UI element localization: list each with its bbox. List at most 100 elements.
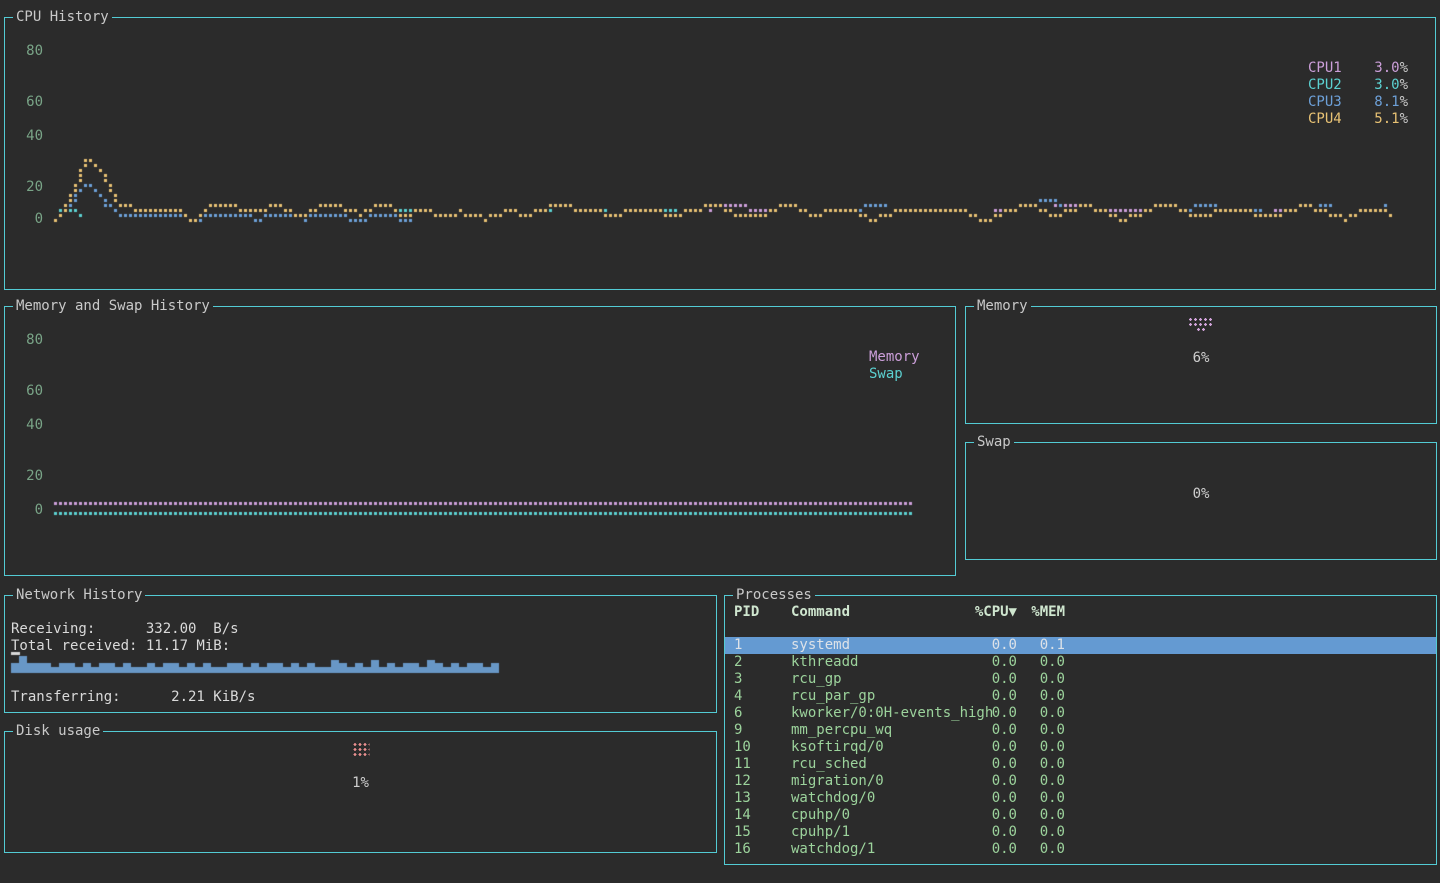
column-header-cpu-sort[interactable]: %CPU▼ <box>951 604 1017 620</box>
process-mem: 0.0 <box>1017 722 1065 739</box>
process-cmd: rcu_gp <box>791 671 951 688</box>
process-cpu: 0.0 <box>951 705 1017 722</box>
network-total-received-line: Total received: 11.17 MiB: <box>11 638 230 654</box>
process-pid: 10 <box>734 739 791 756</box>
table-row[interactable]: 9mm_percpu_wq0.00.0 <box>725 722 1436 739</box>
process-pid: 4 <box>734 688 791 705</box>
process-mem: 0.1 <box>1017 637 1065 654</box>
table-row[interactable]: 4rcu_par_gp0.00.0 <box>725 688 1436 705</box>
memswap-legend-swap: Swap <box>869 366 903 383</box>
process-mem: 0.0 <box>1017 807 1065 824</box>
cpu-legend-value: 5.1 <box>1374 111 1399 127</box>
table-row[interactable]: 12migration/00.00.0 <box>725 773 1436 790</box>
process-pid: 9 <box>734 722 791 739</box>
cpu-legend-label: CPU1 <box>1308 60 1342 77</box>
process-cpu: 0.0 <box>951 841 1017 858</box>
cpu-legend-pct: % <box>1400 60 1408 76</box>
process-mem: 0.0 <box>1017 773 1065 790</box>
process-pid: 15 <box>734 824 791 841</box>
memory-gauge-panel: Memory 6% <box>965 306 1437 424</box>
process-pid: 1 <box>734 637 791 654</box>
cpu-legend-label: CPU3 <box>1308 94 1342 111</box>
process-mem: 0.0 <box>1017 790 1065 807</box>
table-row[interactable]: 14cpuhp/00.00.0 <box>725 807 1436 824</box>
cpu-ytick-80: 80 <box>19 43 43 59</box>
swap-gauge-percent: 0% <box>966 486 1436 502</box>
table-row[interactable]: 1systemd0.00.1 <box>725 637 1436 654</box>
memswap-ytick-40: 40 <box>19 417 43 433</box>
disk-gauge-percent: 1% <box>5 775 716 791</box>
process-pid: 16 <box>734 841 791 858</box>
process-cmd: watchdog/0 <box>791 790 951 807</box>
cpu-legend-item: CPU4 5.1% <box>1308 111 1408 128</box>
process-mem: 0.0 <box>1017 824 1065 841</box>
process-mem: 0.0 <box>1017 654 1065 671</box>
process-pid: 12 <box>734 773 791 790</box>
process-pid: 13 <box>734 790 791 807</box>
processes-title: Processes <box>733 587 815 603</box>
column-header-command[interactable]: Command <box>791 604 951 620</box>
memswap-history-panel: Memory and Swap History 80 60 40 20 0 Me… <box>4 306 956 576</box>
process-mem: 0.0 <box>1017 688 1065 705</box>
table-row[interactable]: 11rcu_sched0.00.0 <box>725 756 1436 773</box>
disk-usage-title: Disk usage <box>13 723 103 739</box>
process-cpu: 0.0 <box>951 671 1017 688</box>
cpu-legend-label: CPU4 <box>1308 111 1342 128</box>
cpu-history-panel: CPU History 80 60 40 20 0 CPU13.0% CPU23… <box>4 17 1436 290</box>
memory-gauge-title: Memory <box>974 298 1031 314</box>
cpu-ytick-20: 20 <box>19 179 43 195</box>
process-pid: 11 <box>734 756 791 773</box>
cpu-legend-value: 3.0 <box>1374 60 1399 76</box>
table-row[interactable]: 15cpuhp/10.00.0 <box>725 824 1436 841</box>
process-mem: 0.0 <box>1017 671 1065 688</box>
process-mem: 0.0 <box>1017 841 1065 858</box>
table-row[interactable]: 16watchdog/10.00.0 <box>725 841 1436 858</box>
cpu-history-chart <box>5 18 1435 289</box>
process-mem: 0.0 <box>1017 756 1065 773</box>
cpu-legend-value: 3.0 <box>1374 77 1399 93</box>
process-pid: 3 <box>734 671 791 688</box>
process-cmd: mm_percpu_wq <box>791 722 951 739</box>
process-cmd: systemd <box>791 637 951 654</box>
cpu-legend-item: CPU2 3.0% <box>1308 77 1408 94</box>
process-pid: 14 <box>734 807 791 824</box>
process-cpu: 0.0 <box>951 688 1017 705</box>
process-cmd: kthreadd <box>791 654 951 671</box>
table-row[interactable]: 6kworker/0:0H-events_high0.00.0 <box>725 705 1436 722</box>
cpu-legend-label: CPU2 <box>1308 77 1342 94</box>
process-cpu: 0.0 <box>951 790 1017 807</box>
memswap-ytick-80: 80 <box>19 332 43 348</box>
memswap-ytick-20: 20 <box>19 468 43 484</box>
network-receiving-line: Receiving: 332.00 B/s <box>11 621 239 637</box>
process-cmd: cpuhp/0 <box>791 807 951 824</box>
cpu-legend-pct: % <box>1400 94 1408 110</box>
cpu-legend-pct: % <box>1400 77 1408 93</box>
table-row[interactable]: 2kthreadd0.00.0 <box>725 654 1436 671</box>
cpu-ytick-0: 0 <box>19 211 43 227</box>
table-row[interactable]: 10ksoftirqd/00.00.0 <box>725 739 1436 756</box>
processes-panel: Processes PID Command %CPU▼ %MEM 1system… <box>724 595 1437 865</box>
process-cmd: watchdog/1 <box>791 841 951 858</box>
network-transferring-line: Transferring: 2.21 KiB/s <box>11 689 255 705</box>
cpu-legend-item: CPU1 3.0% <box>1308 60 1408 77</box>
process-cmd: kworker/0:0H-events_high <box>791 705 951 722</box>
process-mem: 0.0 <box>1017 705 1065 722</box>
column-header-mem[interactable]: %MEM <box>1017 604 1065 620</box>
process-cpu: 0.0 <box>951 739 1017 756</box>
swap-gauge-title: Swap <box>974 434 1014 450</box>
process-cmd: rcu_sched <box>791 756 951 773</box>
process-cpu: 0.0 <box>951 807 1017 824</box>
process-cpu: 0.0 <box>951 654 1017 671</box>
process-cmd: cpuhp/1 <box>791 824 951 841</box>
memswap-history-chart <box>5 307 955 575</box>
cpu-ytick-40: 40 <box>19 128 43 144</box>
table-row[interactable]: 3rcu_gp0.00.0 <box>725 671 1436 688</box>
cpu-legend-pct: % <box>1400 111 1408 127</box>
column-header-pid[interactable]: PID <box>734 604 791 620</box>
network-history-panel: Network History Receiving: 332.00 B/s To… <box>4 595 717 713</box>
processes-header: PID Command %CPU▼ %MEM <box>725 604 1436 620</box>
process-cpu: 0.0 <box>951 824 1017 841</box>
memory-gauge-percent: 6% <box>966 350 1436 366</box>
table-row[interactable]: 13watchdog/00.00.0 <box>725 790 1436 807</box>
process-cmd: migration/0 <box>791 773 951 790</box>
